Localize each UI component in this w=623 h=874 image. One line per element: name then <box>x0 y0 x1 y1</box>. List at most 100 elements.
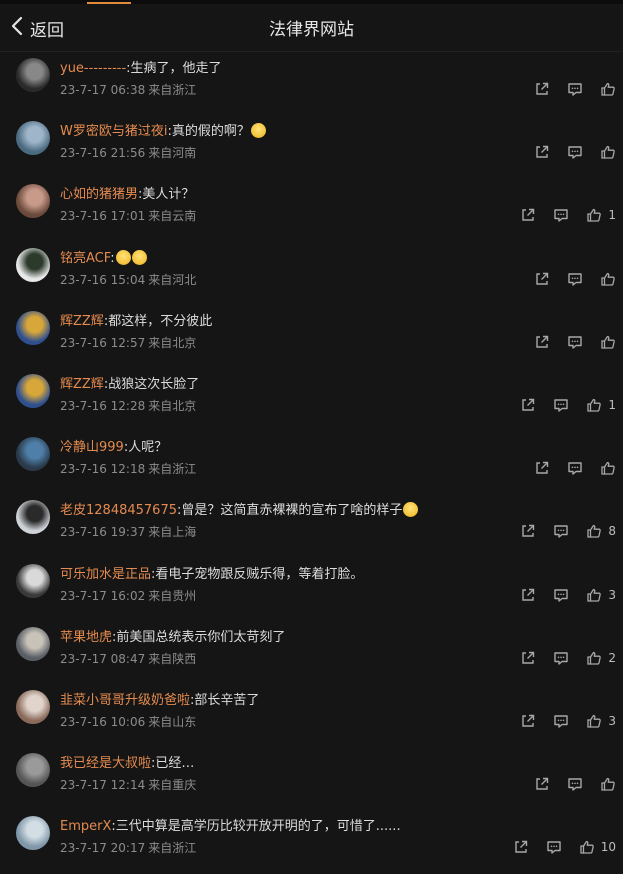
share-button[interactable] <box>534 271 550 287</box>
reply-button[interactable] <box>567 334 583 350</box>
avatar[interactable] <box>16 563 50 598</box>
reply-button[interactable] <box>553 650 569 666</box>
username-link[interactable]: EmperX <box>60 819 111 834</box>
avatar[interactable] <box>16 373 50 408</box>
comment-actions <box>517 269 616 289</box>
avatar[interactable] <box>16 437 50 472</box>
comment-item[interactable]: 心如的猪猪男:美人计？ 23-7-16 17:01 来自云南 1 <box>0 179 623 242</box>
reply-button[interactable] <box>553 713 569 729</box>
reply-button[interactable] <box>567 776 583 792</box>
share-button[interactable] <box>520 650 536 666</box>
username-link[interactable]: yue--------- <box>60 61 126 76</box>
comment-meta: 23-7-16 15:04 来自河北 <box>60 271 196 288</box>
reply-button[interactable] <box>553 397 569 413</box>
comment-item[interactable]: 辉ZZ辉:战狼这次长脸了 23-7-16 12:28 来自北京 1 <box>0 369 623 432</box>
comment-item[interactable]: 铭亮ACF: 23-7-16 15:04 来自河北 <box>0 243 623 306</box>
separator-colon: : <box>110 250 115 266</box>
comment-date: 23-7-16 12:28 <box>60 398 146 413</box>
reply-button[interactable] <box>553 587 569 603</box>
comment-item[interactable]: yue---------:生病了，他走了 23-7-17 06:38 来自浙江 <box>0 53 623 116</box>
share-icon <box>534 334 550 350</box>
comment-actions <box>517 79 616 99</box>
reply-button[interactable] <box>553 523 569 539</box>
comment-text: 部长辛苦了 <box>194 692 260 708</box>
avatar[interactable] <box>16 626 50 661</box>
comment-item[interactable]: 冷静山999:人呢？ 23-7-16 12:18 来自浙江 <box>0 432 623 495</box>
comment-item[interactable]: 韭菜小哥哥升级奶爸啦:部长辛苦了 23-7-16 10:06 来自山东 3 <box>0 685 623 748</box>
share-button[interactable] <box>534 776 550 792</box>
like-button[interactable]: 3 <box>586 713 616 729</box>
avatar[interactable] <box>16 816 50 851</box>
comment-item[interactable]: W罗密欧与猪过夜i:真的假的啊？ 23-7-16 21:56 来自河南 <box>0 116 623 179</box>
comment-item[interactable]: 可乐加水是正品:看电子宠物跟反贼乐得，等着打脸。 23-7-17 16:02 来自贵… <box>0 559 623 622</box>
comment-item[interactable]: 老皮12848457675:曾是？这简直赤裸裸的宣布了啥的样子 23-7-16 1… <box>0 495 623 558</box>
share-button[interactable] <box>520 207 536 223</box>
like-button[interactable]: 8 <box>586 523 616 539</box>
reply-button[interactable] <box>553 207 569 223</box>
share-button[interactable] <box>513 839 529 855</box>
avatar[interactable] <box>16 689 50 724</box>
username-link[interactable]: 可乐加水是正品 <box>60 567 151 582</box>
like-button[interactable]: 10 <box>579 839 616 855</box>
like-button[interactable] <box>600 144 616 160</box>
comment-line: W罗密欧与猪过夜i:真的假的啊？ <box>60 120 266 139</box>
share-button[interactable] <box>534 460 550 476</box>
comment-source: 来自河北 <box>148 272 197 287</box>
like-button[interactable]: 2 <box>586 650 616 666</box>
share-icon <box>534 81 550 97</box>
like-button[interactable] <box>600 776 616 792</box>
avatar[interactable] <box>16 184 50 219</box>
like-button[interactable] <box>600 460 616 476</box>
username-link[interactable]: 我已经是大叔啦 <box>60 756 151 771</box>
reply-icon <box>567 271 583 287</box>
comment-meta: 23-7-16 12:18 来自浙江 <box>60 460 196 477</box>
username-link[interactable]: 韭菜小哥哥升级奶爸啦 <box>60 693 190 708</box>
comment-item[interactable]: 我已经是大叔啦:已经… 23-7-17 12:14 来自重庆 <box>0 748 623 811</box>
share-button[interactable] <box>520 523 536 539</box>
avatar[interactable] <box>16 500 50 535</box>
username-link[interactable]: 老皮12848457675 <box>60 503 177 518</box>
comment-item[interactable]: 辉ZZ辉:都这样，不分彼此 23-7-16 12:57 来自北京 <box>0 306 623 369</box>
avatar[interactable] <box>16 247 50 282</box>
avatar[interactable] <box>16 58 50 92</box>
like-button[interactable] <box>600 334 616 350</box>
comment-item[interactable]: 苹果地虎:前美国总统表示你们太苛刻了 23-7-17 08:47 来自陕西 2 <box>0 622 623 685</box>
like-icon <box>586 207 602 223</box>
comment-date: 23-7-16 19:37 <box>60 525 146 540</box>
share-button[interactable] <box>534 81 550 97</box>
avatar[interactable] <box>16 753 50 788</box>
comment-text: 战狼这次长脸了 <box>108 376 200 392</box>
username-link[interactable]: 辉ZZ辉 <box>60 377 104 392</box>
username-link[interactable]: 苹果地虎 <box>60 630 112 645</box>
avatar[interactable] <box>16 121 50 156</box>
share-button[interactable] <box>520 397 536 413</box>
reply-icon <box>553 650 569 666</box>
username-link[interactable]: 辉ZZ辉 <box>60 314 104 329</box>
username-link[interactable]: 铭亮ACF <box>60 251 110 266</box>
like-button[interactable]: 3 <box>586 587 616 603</box>
like-button[interactable]: 1 <box>586 397 616 413</box>
reply-button[interactable] <box>546 839 562 855</box>
reply-button[interactable] <box>567 144 583 160</box>
comment-date: 23-7-16 12:57 <box>60 335 146 350</box>
share-button[interactable] <box>534 144 550 160</box>
username-link[interactable]: 心如的猪猪男 <box>60 187 138 202</box>
like-icon <box>600 271 616 287</box>
share-button[interactable] <box>534 334 550 350</box>
username-link[interactable]: 冷静山999 <box>60 440 124 455</box>
reply-icon <box>553 207 569 223</box>
like-button[interactable] <box>600 271 616 287</box>
share-button[interactable] <box>520 713 536 729</box>
reply-button[interactable] <box>567 271 583 287</box>
avatar[interactable] <box>16 310 50 345</box>
comment-source: 来自浙江 <box>148 462 197 477</box>
like-button[interactable] <box>600 81 616 97</box>
comment-actions: 3 <box>503 711 616 731</box>
like-button[interactable]: 1 <box>586 207 616 223</box>
comment-meta: 23-7-16 10:06 来自山东 <box>60 713 196 730</box>
username-link[interactable]: W罗密欧与猪过夜i <box>60 124 167 139</box>
reply-button[interactable] <box>567 460 583 476</box>
comment-item[interactable]: EmperX:三代中算是高学历比较开放开明的了，可惜了...... 23-7-17… <box>0 811 623 874</box>
reply-button[interactable] <box>567 81 583 97</box>
share-button[interactable] <box>520 587 536 603</box>
